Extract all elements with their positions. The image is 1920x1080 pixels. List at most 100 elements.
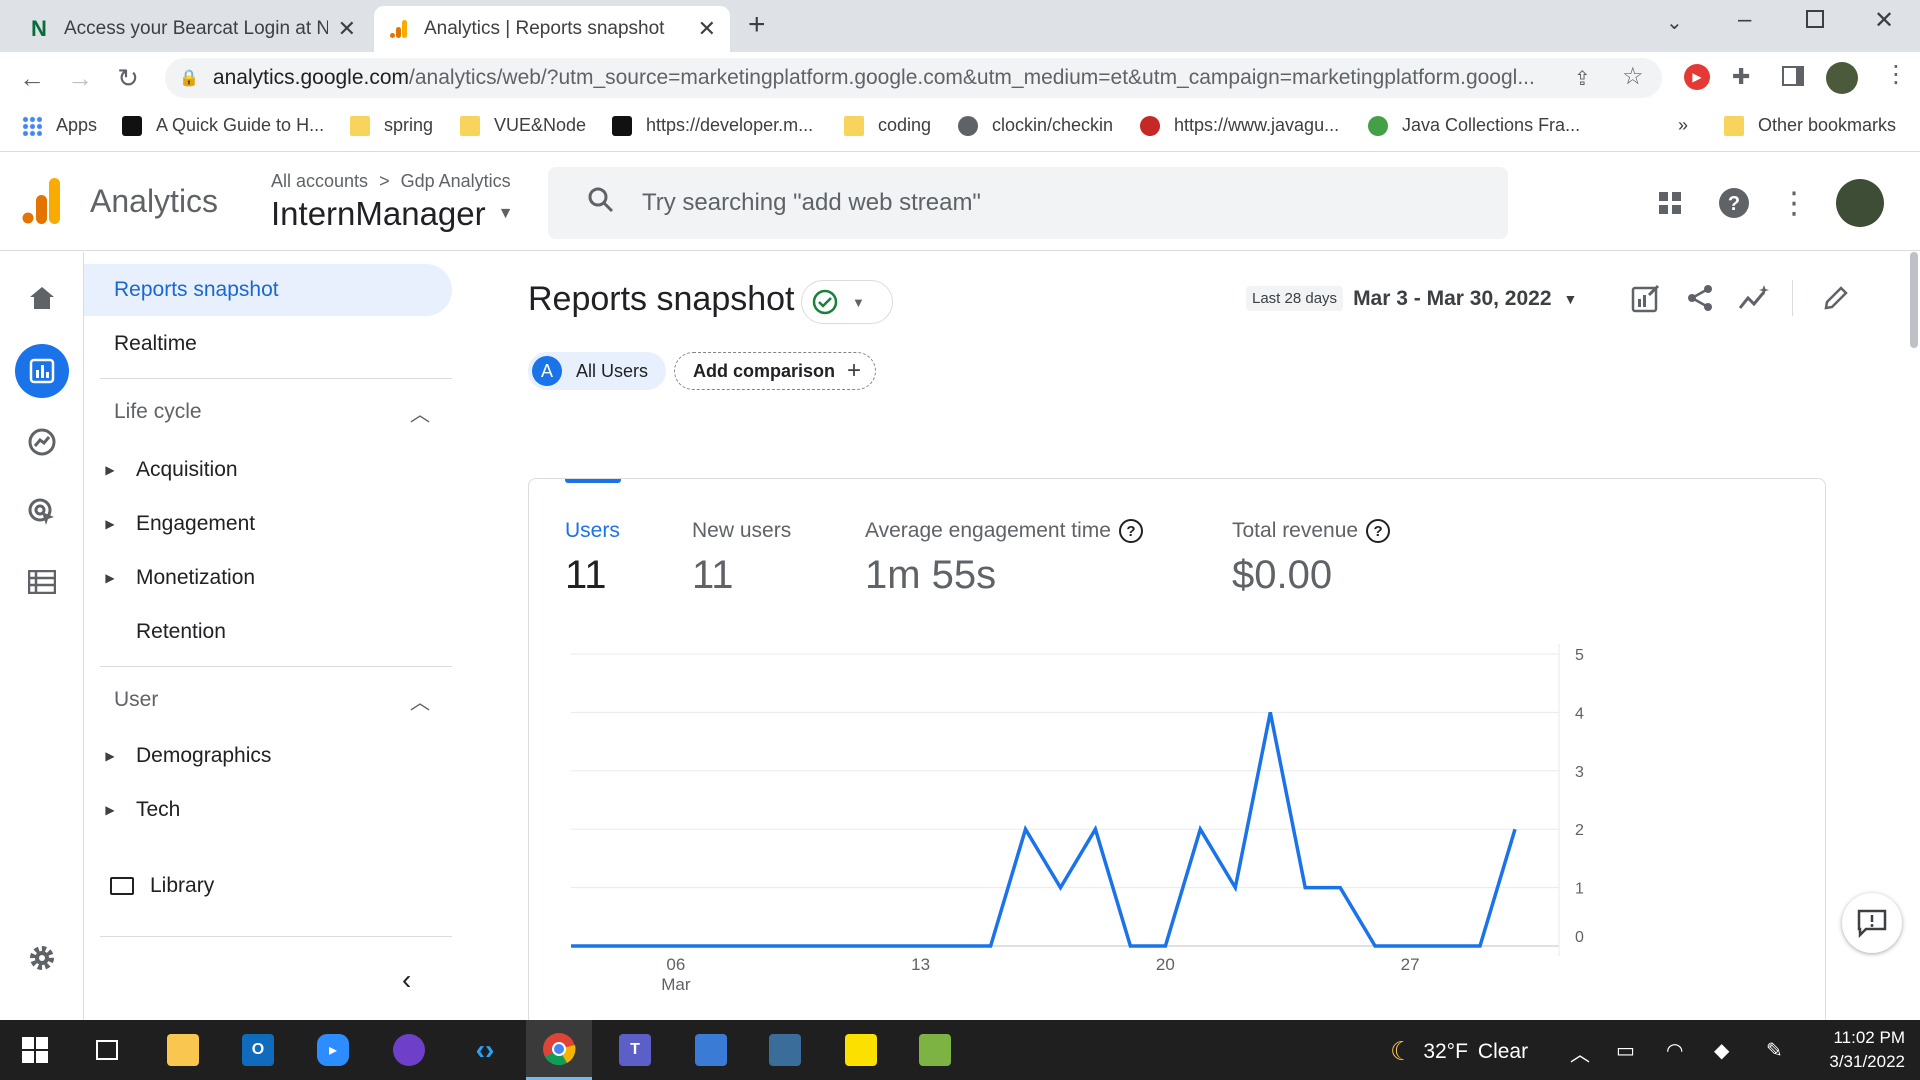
customize-report-icon[interactable]	[1626, 278, 1666, 318]
more-vert-icon[interactable]: ⋮	[1776, 185, 1812, 221]
share-page-icon[interactable]: ⇪	[1574, 66, 1591, 91]
edit-pencil-icon[interactable]	[1816, 278, 1856, 318]
bookmark-quick-guide[interactable]: A Quick Guide to H...	[122, 115, 324, 136]
close-tab-icon[interactable]: ✕	[698, 16, 716, 42]
github-desktop-icon[interactable]	[376, 1020, 442, 1080]
browser-tab-bar: N Access your Bearcat Login at Nor ✕ Ana…	[0, 0, 1920, 52]
wifi-icon[interactable]: ◠	[1666, 1038, 1683, 1063]
close-window-icon[interactable]: ✕	[1874, 6, 1894, 35]
bookmark-folder-vue-node[interactable]: VUE&Node	[460, 115, 586, 136]
nav-library[interactable]: Library	[84, 864, 452, 908]
add-comparison-button[interactable]: Add comparison +	[674, 352, 877, 390]
bookmark-apps[interactable]: Apps	[22, 115, 97, 136]
breadcrumb-all-accounts[interactable]: All accounts	[271, 171, 368, 191]
share-icon[interactable]	[1680, 278, 1720, 318]
tab-analytics[interactable]: Analytics | Reports snapshot ✕	[374, 6, 730, 52]
minimize-icon[interactable]: –	[1738, 6, 1751, 34]
analytics-header: Analytics All accounts > Gdp Analytics I…	[0, 153, 1920, 251]
nav-tech[interactable]: ▶ Tech	[84, 788, 452, 832]
segment-chip-all-users[interactable]: A All Users	[528, 352, 667, 390]
account-avatar[interactable]	[1836, 179, 1884, 227]
bookmark-developer[interactable]: https://developer.m...	[612, 115, 813, 136]
chrome-menu-icon[interactable]: ⋮	[1884, 60, 1908, 89]
date-range-label: Last 28 days	[1246, 286, 1344, 311]
notepad-plus-icon[interactable]	[902, 1020, 968, 1080]
bookmark-javaguides[interactable]: https://www.javagu...	[1140, 115, 1339, 136]
reload-icon[interactable]: ↻	[112, 62, 144, 94]
bookmark-label: coding	[878, 115, 932, 135]
advertising-target-icon[interactable]	[20, 490, 64, 534]
section-life-cycle[interactable]: Life cycle ︿	[84, 392, 452, 432]
nav-monetization[interactable]: ▶ Monetization	[84, 556, 452, 600]
apps-grid-icon	[22, 115, 42, 136]
back-icon[interactable]: ←	[16, 62, 48, 94]
chrome-icon[interactable]	[526, 1020, 592, 1080]
bookmark-label: VUE&Node	[494, 115, 587, 135]
bookmark-star-icon[interactable]: ☆	[1622, 62, 1644, 91]
profile-avatar[interactable]	[1826, 62, 1858, 94]
more-bookmarks-button[interactable]: »	[1678, 115, 1688, 136]
feedback-button[interactable]	[1842, 893, 1902, 953]
bookmark-other-bookmarks[interactable]: Other bookmarks	[1724, 115, 1896, 136]
nav-engagement[interactable]: ▶ Engagement	[84, 502, 452, 546]
forward-icon[interactable]: →	[64, 62, 96, 94]
battery-icon[interactable]: ▭	[1616, 1038, 1635, 1063]
reports-bar-chart-icon[interactable]	[15, 344, 69, 398]
file-explorer-icon[interactable]	[150, 1020, 216, 1080]
bookmark-clockin[interactable]: clockin/checkin	[958, 115, 1113, 136]
mysql-workbench-icon[interactable]	[752, 1020, 818, 1080]
insights-icon[interactable]	[1734, 278, 1774, 318]
weather-widget[interactable]: ☾ 32°F Clear	[1390, 1036, 1528, 1067]
caret-down-icon: ▼	[1563, 290, 1578, 307]
collapse-nav-chevron-icon[interactable]: ‹	[402, 964, 411, 996]
admin-gear-icon[interactable]	[20, 936, 64, 980]
home-icon[interactable]	[20, 276, 64, 320]
new-tab-icon[interactable]: +	[748, 8, 766, 42]
tab-search-chevron-icon[interactable]: ⌄	[1666, 10, 1683, 35]
omnibox[interactable]: 🔒 analytics.google.com/analytics/web/?ut…	[165, 58, 1662, 98]
nav-demographics[interactable]: ▶ Demographics	[84, 734, 452, 778]
restore-icon[interactable]	[1806, 10, 1824, 28]
date-range-picker[interactable]: Last 28 days Mar 3 - Mar 30, 2022 ▼	[1246, 286, 1577, 311]
system-clock[interactable]: 11:02 PM 3/31/2022	[1815, 1026, 1905, 1074]
extension-play-icon[interactable]: ▶	[1684, 64, 1710, 90]
bookmark-java-collections[interactable]: Java Collections Fra...	[1368, 115, 1580, 136]
outlook-icon[interactable]: O	[225, 1020, 291, 1080]
breadcrumb-account[interactable]: Gdp Analytics	[401, 171, 511, 191]
sticky-notes-icon[interactable]	[828, 1020, 894, 1080]
tray-chevron-up-icon[interactable]: ︿	[1570, 1038, 1590, 1067]
pen-icon[interactable]: ✎	[1766, 1038, 1783, 1063]
tab-bearcat-login[interactable]: N Access your Bearcat Login at Nor ✕	[14, 6, 370, 52]
nav-acquisition[interactable]: ▶ Acquisition	[84, 448, 452, 492]
help-icon[interactable]: ?	[1716, 185, 1752, 221]
main-content: Reports snapshot ▼ Last 28 days Mar 3 - …	[456, 252, 1920, 1038]
nav-reports-snapshot[interactable]: Reports snapshot	[84, 264, 452, 316]
nav-retention[interactable]: Retention	[84, 610, 452, 654]
configure-list-icon[interactable]	[20, 560, 64, 604]
users-line-chart: 0 1 2 3 4 5 06 13 20 27 Mar	[571, 644, 1584, 994]
side-panel-icon[interactable]	[1782, 66, 1804, 86]
windows-start-icon[interactable]	[2, 1020, 68, 1080]
bookmark-folder-spring[interactable]: spring	[350, 115, 433, 136]
apps-grid-icon[interactable]	[1652, 185, 1688, 221]
scrollbar-thumb[interactable]	[1910, 252, 1918, 348]
report-status-button[interactable]: ▼	[801, 280, 893, 324]
close-tab-icon[interactable]: ✕	[338, 16, 356, 42]
folder-icon	[460, 115, 480, 136]
google-analytics-logo-icon[interactable]	[22, 178, 62, 229]
vscode-icon[interactable]: ‹›	[452, 1020, 518, 1080]
breadcrumb[interactable]: All accounts > Gdp Analytics	[271, 171, 511, 192]
extensions-puzzle-icon[interactable]: ✚	[1732, 64, 1750, 90]
section-user[interactable]: User ︿	[84, 678, 452, 718]
bookmark-label: https://www.javagu...	[1174, 115, 1340, 135]
search-input[interactable]: Try searching "add web stream"	[548, 167, 1508, 239]
network-app-icon[interactable]	[678, 1020, 744, 1080]
bookmark-folder-coding[interactable]: coding	[844, 115, 931, 136]
task-view-icon[interactable]	[74, 1020, 140, 1080]
zoom-icon[interactable]: ▸	[300, 1020, 366, 1080]
explore-icon[interactable]	[20, 420, 64, 464]
teams-icon[interactable]: T	[602, 1020, 668, 1080]
nav-realtime[interactable]: Realtime	[84, 318, 452, 370]
property-selector[interactable]: InternManager ▼	[271, 195, 513, 233]
dropbox-icon[interactable]: ◆	[1714, 1038, 1729, 1063]
